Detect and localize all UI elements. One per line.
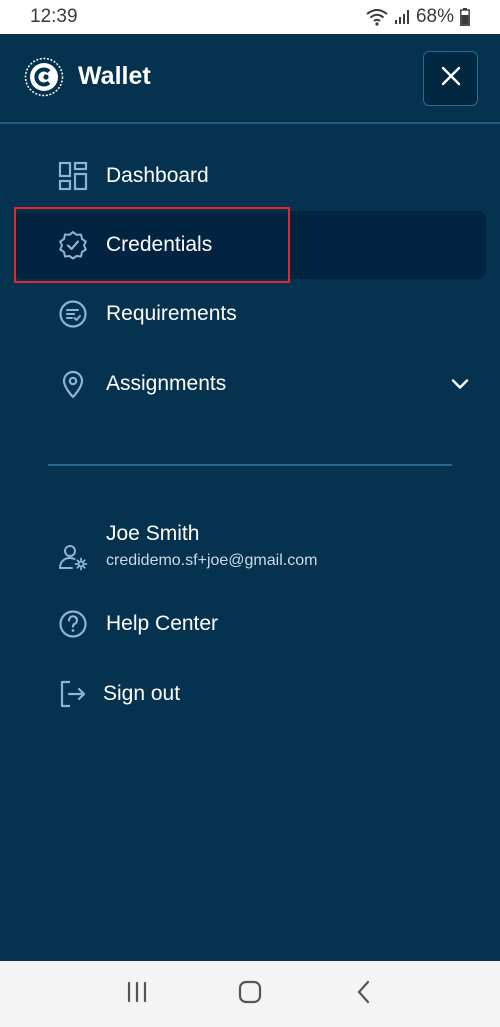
user-settings-icon [58,542,88,572]
navigation-drawer: Wallet Dashboard Credentials Requirement… [0,34,500,961]
close-icon [440,65,462,92]
checklist-icon [58,299,88,329]
wallet-logo-icon [24,57,64,97]
status-indicators: 68% [366,6,470,28]
nav-label-requirements: Requirements [106,302,237,325]
close-button[interactable] [423,51,478,106]
nav-label-dashboard: Dashboard [106,164,209,187]
nav-label-credentials: Credentials [106,233,213,256]
system-navigation-bar [0,961,500,1027]
nav-label-help-center: Help Center [106,612,219,635]
home-button[interactable] [230,974,270,1014]
home-icon [237,979,263,1010]
battery-icon [460,8,470,26]
battery-percent: 68% [415,6,454,27]
recent-apps-icon [125,981,149,1008]
section-divider [48,464,452,466]
back-button[interactable] [343,974,383,1014]
nav-item-help-center[interactable]: Help Center [14,590,486,658]
help-circle-icon [58,609,88,639]
location-pin-icon [58,369,88,399]
sign-out-icon [58,679,88,709]
drawer-header: Wallet [0,34,500,124]
nav-label-assignments: Assignments [106,372,227,395]
nav-label-sign-out: Sign out [103,682,181,705]
back-icon [354,979,372,1010]
chevron-down-icon[interactable] [450,374,470,394]
signal-icon [394,9,410,25]
nav-item-sign-out[interactable]: Sign out [14,660,486,728]
nav-item-credentials[interactable]: Credentials [14,211,486,279]
nav-item-requirements[interactable]: Requirements [14,280,486,348]
status-time: 12:39 [30,6,78,27]
status-bar: 12:39 68% [0,0,500,34]
user-name: Joe Smith [106,522,200,545]
wifi-icon [366,8,388,26]
nav-item-assignments[interactable]: Assignments [14,350,486,418]
app-title: Wallet [78,62,151,90]
nav-item-dashboard[interactable]: Dashboard [14,142,486,210]
badge-check-icon [58,230,88,260]
recent-apps-button[interactable] [117,974,157,1014]
dashboard-icon [58,161,88,191]
user-email: credidemo.sf+joe@gmail.com [106,552,318,569]
